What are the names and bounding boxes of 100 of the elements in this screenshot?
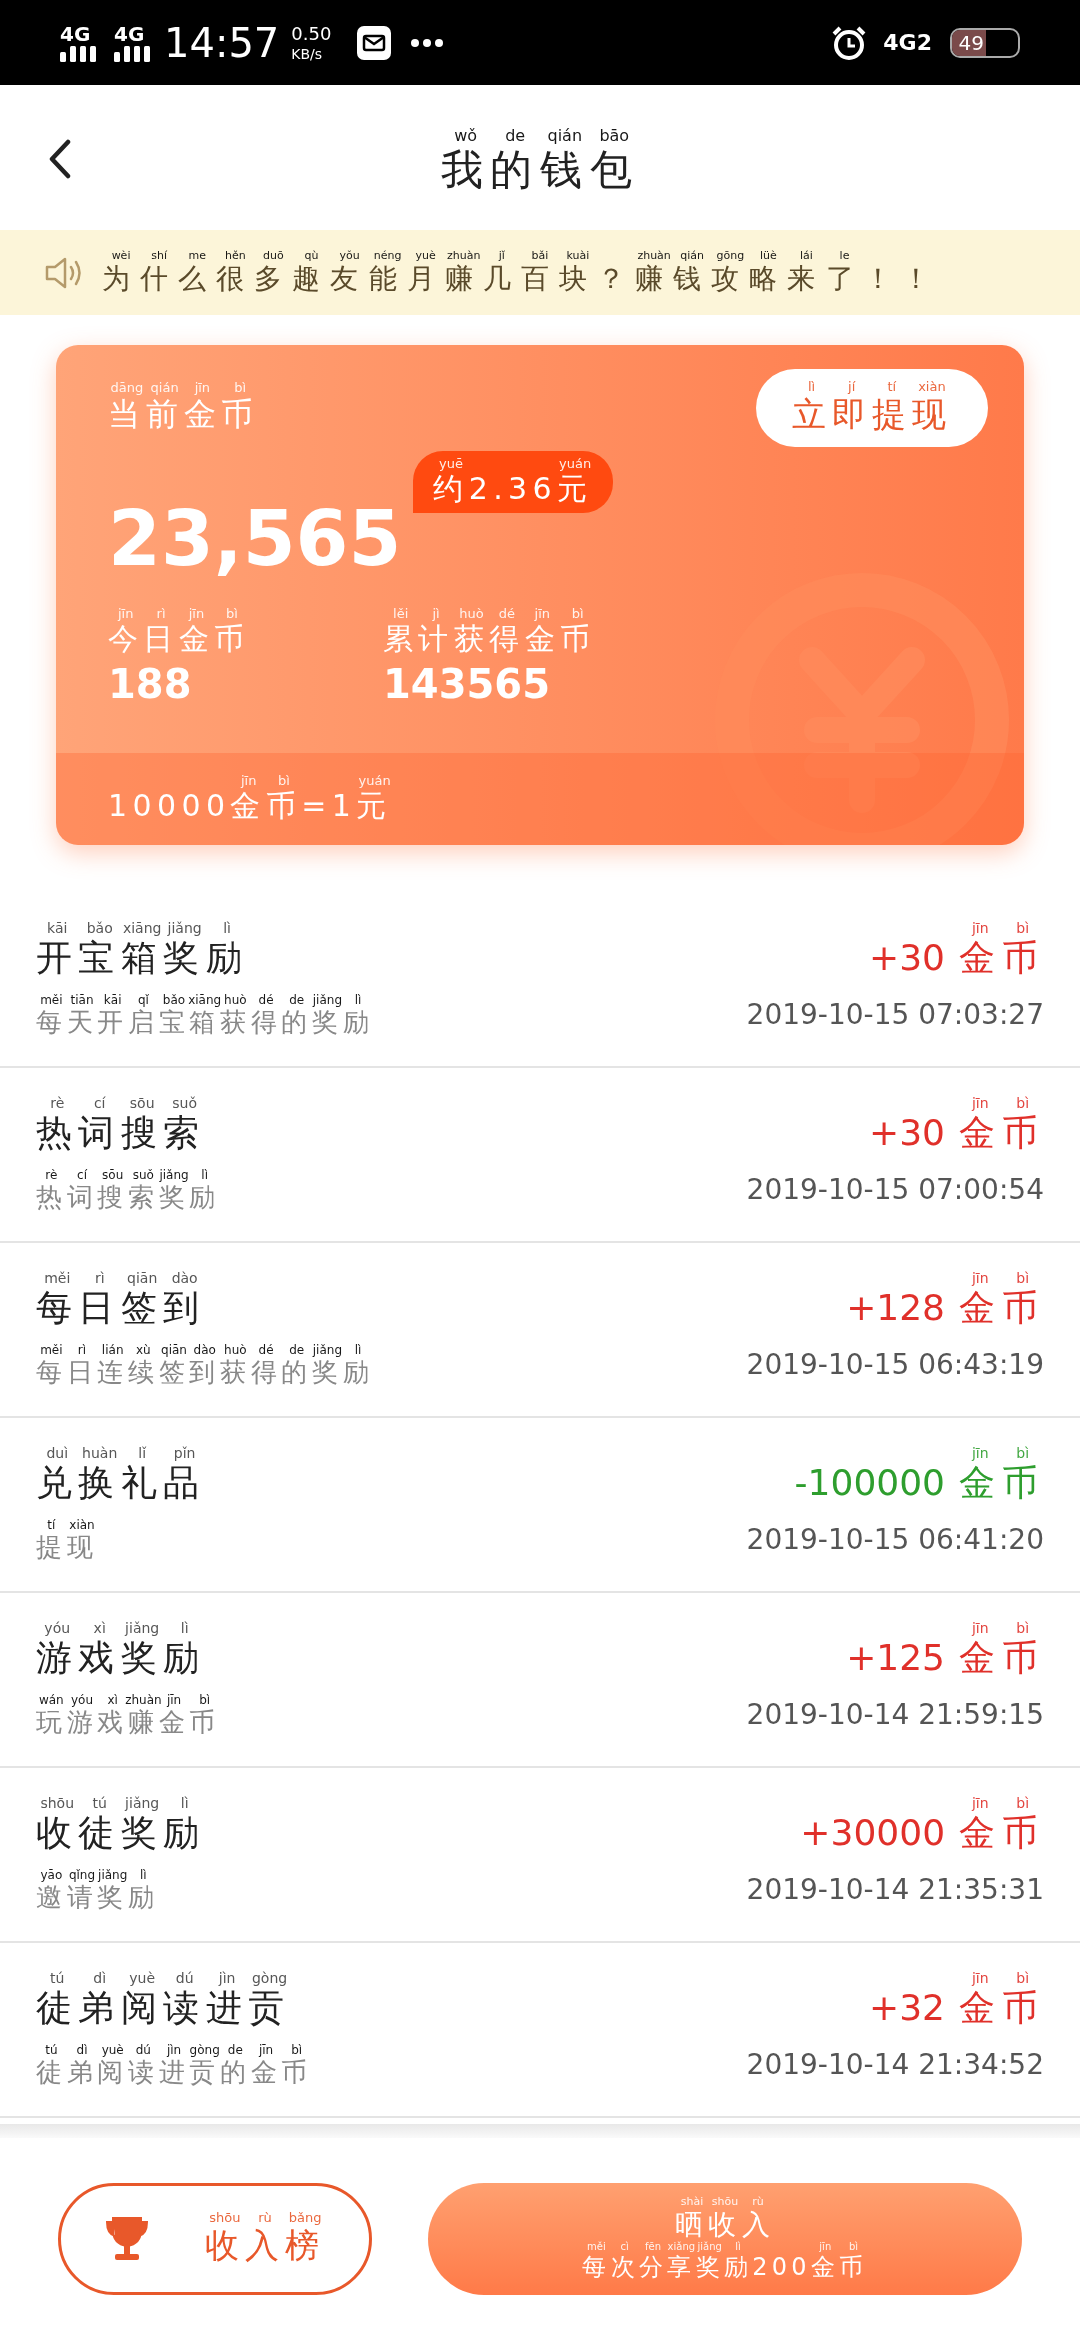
transaction-amount: +128 (846, 1289, 946, 1326)
stat-value: 188 (108, 663, 193, 704)
pinyin-annotation: rè cí sōu suǒ jiǎng lì (44, 1168, 210, 1181)
stat-label: 累计获得金币 (383, 621, 596, 658)
pinyin-annotation: lěi jì huò dé jīn bì (392, 607, 585, 620)
transaction-title: 收徒奖励 (36, 1811, 206, 1855)
pinyin-annotation: wán yóu xì zhuàn jīn bì (37, 1693, 212, 1706)
transaction-description: 每天开启宝箱获得的奖励 (36, 1006, 374, 1039)
pinyin-annotation: jīn bì (970, 1970, 1031, 1985)
transaction-description: 邀请奖励 (36, 1881, 159, 1914)
stat-label: 今日金币 (108, 621, 250, 658)
transaction-time: 2019-10-14 21:34:52 (746, 2047, 1044, 2084)
transaction-title: 兑换礼品 (36, 1461, 206, 1505)
pinyin-annotation: rè cí sōu suǒ (49, 1095, 198, 1110)
transaction-title: 徒弟阅读进贡 (36, 1986, 291, 2030)
cash-equivalent: 约2.36元 (433, 470, 593, 508)
stat-value: 143565 (383, 663, 551, 704)
speaker-icon (44, 255, 84, 290)
transaction-row[interactable]: rè cí sōu suǒ 热词搜索 +30 jīn bì 金币 rè cí sōu suǒ jiǎng lì 热词搜索奖励 2019-10-15 07:00:54 (0, 1068, 1080, 1243)
pinyin-annotation: jīn bì (970, 1620, 1031, 1635)
share-title[interactable]: 晒收入 (675, 2207, 775, 2242)
transaction-time: 2019-10-15 06:41:20 (746, 1522, 1044, 1559)
trophy-icon (104, 2216, 149, 2262)
pinyin-annotation: yuē yuán (438, 456, 593, 470)
notice-bar[interactable]: wèi shí me hěn duō qù yǒu néng yuè zhuàn jǐ bǎi kuài zhuàn qián gōng lüè lái le 为什么很多趣友能月赚几百块？赚钱攻略来了！！ (0, 230, 1080, 315)
share-subtitle[interactable]: 每次分享奖励200金币 (582, 2252, 868, 2282)
pinyin-annotation: jīn bì (970, 1795, 1031, 1810)
pinyin-annotation[interactable]: shài shōu rù (675, 2196, 775, 2207)
transaction-row[interactable]: tú dì yuè dú jìn gòng 徒弟阅读进贡 +32 jīn bì 金币 tú dì yuè dú jìn gòng de jīn bì 徒弟阅读进贡的金币 2019-10-14 21:34:52 (0, 1943, 1080, 2118)
pinyin-annotation[interactable]: měi cì fēn xiǎng jiǎng lì jīn bì (582, 2242, 868, 2252)
transaction-amount: +125 (846, 1639, 946, 1676)
pinyin-annotation: jīn bì (970, 1095, 1031, 1110)
transaction-description: 提现 (36, 1530, 98, 1564)
mail-icon (357, 25, 392, 60)
pinyin-annotation: jīn bì (970, 1270, 1031, 1285)
pinyin-annotation: duì huàn lǐ pǐn (45, 1445, 197, 1460)
transaction-title: 热词搜索 (36, 1110, 206, 1155)
exchange-rate: 10000金币=1元 (108, 787, 392, 825)
transaction-row[interactable]: kāi bǎo xiāng jiǎng lì 开宝箱奖励 +30 jīn bì 金币 měi tiān kāi qǐ bǎo xiāng huò dé de jiǎng lì 每天开启宝箱获得的奖励 2019-10-15 07:03:27 (0, 893, 1080, 1068)
battery-level: 49 (958, 29, 985, 56)
transaction-time: 2019-10-14 21:35:31 (746, 1872, 1044, 1909)
speed-value: 0.50 (291, 24, 332, 43)
alarm-icon (831, 24, 868, 61)
speed-unit: KB/s (291, 46, 324, 61)
pinyin-annotation: jīn bì (970, 1445, 1031, 1460)
transaction-time: 2019-10-15 07:03:27 (746, 997, 1044, 1034)
transaction-description: 热词搜索奖励 (36, 1181, 221, 1214)
transaction-title: 开宝箱奖励 (36, 936, 249, 980)
transaction-row[interactable]: yóu xì jiǎng lì 游戏奖励 +125 jīn bì 金币 wán yóu xì zhuàn jīn bì 玩游戏赚金币 2019-10-14 21:59:15 (0, 1593, 1080, 1768)
pinyin-annotation: yāo qǐng jiǎng lì (39, 1868, 148, 1881)
coin-unit: 金币 (959, 1461, 1044, 1505)
ranking-button[interactable]: shōu rù bǎng 收入榜 (58, 2183, 372, 2295)
pinyin-annotation[interactable]: shōu rù bǎng (204, 2211, 326, 2225)
network-label: 4G (60, 23, 91, 44)
transaction-description: 每日连续签到获得的奖励 (36, 1356, 374, 1389)
withdraw-button[interactable]: lì jí tí xiàn 立即提现 (755, 369, 988, 447)
balance-label: 当前金币 (108, 395, 260, 434)
transaction-time: 2019-10-15 07:00:54 (746, 1172, 1044, 1209)
coin-unit: 金币 (959, 1811, 1044, 1855)
pinyin-annotation: shōu tú jiǎng lì (39, 1795, 190, 1810)
pinyin-annotation[interactable]: lì jí tí xiàn (791, 380, 952, 394)
coin-unit: 金币 (959, 1111, 1044, 1155)
pinyin-annotation: jīn bì yuán (239, 773, 392, 787)
coin-unit: 金币 (959, 1286, 1044, 1330)
transaction-amount: -100000 (794, 1464, 946, 1501)
pinyin-annotation: měi rì qiān dào (43, 1270, 199, 1285)
coin-unit: 金币 (959, 1986, 1044, 2030)
transaction-row[interactable]: shōu tú jiǎng lì 收徒奖励 +30000 jīn bì 金币 yāo qǐng jiǎng lì 邀请奖励 2019-10-14 21:35:31 (0, 1768, 1080, 1943)
pinyin-annotation: měi tiān kāi qǐ bǎo xiāng huò dé de jiǎng lì (39, 993, 363, 1006)
more-icon (411, 38, 444, 47)
network-label: 4G (114, 23, 145, 44)
transaction-title: 游戏奖励 (36, 1636, 206, 1680)
pinyin-annotation: tú dì yuè dú jìn gòng (49, 1970, 289, 1985)
coin-unit: 金币 (959, 936, 1044, 980)
pinyin-annotation: wèi shí me hěn duō qù yǒu néng yuè zhuàn jǐ bǎi kuài zhuàn qián gōng lüè lái le (110, 249, 851, 261)
pinyin-annotation: tí xiàn (46, 1518, 96, 1531)
pinyin-annotation: wǒ de qián bāo (453, 128, 631, 145)
transaction-amount: +30 (869, 1114, 946, 1151)
pinyin-annotation: měi rì lián xù qiān dào huò dé de jiǎng lì (39, 1343, 363, 1356)
pinyin-annotation: jīn bì (970, 920, 1031, 935)
transaction-description: 玩游戏赚金币 (36, 1706, 221, 1739)
clock: 14:57 (164, 22, 280, 63)
pinyin-annotation: tú dì yuè dú jìn gòng de jīn bì (44, 2043, 304, 2056)
coin-unit: 金币 (959, 1636, 1044, 1680)
transaction-time: 2019-10-15 06:43:19 (746, 1347, 1044, 1384)
pinyin-annotation: kāi bǎo xiāng jiǎng lì (45, 920, 232, 935)
transaction-description: 徒弟阅读进贡的金币 (36, 2056, 313, 2089)
network-label: 4G2 (883, 29, 932, 57)
transaction-time: 2019-10-14 21:59:15 (746, 1697, 1044, 1734)
share-income-button[interactable]: shài shōu rù 晒收入 měi cì fēn xiǎng jiǎng lì jīn bì 每次分享奖励200金币 (428, 2183, 1022, 2295)
transaction-amount: +32 (869, 1989, 946, 2026)
transaction-amount: +30 (869, 939, 946, 976)
transaction-row[interactable]: měi rì qiān dào 每日签到 +128 jīn bì 金币 měi rì lián xù qiān dào huò dé de jiǎng lì 每日连续签到获得的奖励 2019-10-15 06:43:19 (0, 1243, 1080, 1418)
transaction-title: 每日签到 (36, 1286, 206, 1330)
balance-value: 23,565 (108, 501, 402, 577)
back-icon[interactable] (48, 139, 72, 179)
pinyin-annotation: dāng qián jīn bì (109, 381, 248, 394)
transaction-row[interactable]: duì huàn lǐ pǐn 兑换礼品 -100000 jīn bì 金币 tí xiàn 提现 2019-10-15 06:41:20 (0, 1418, 1080, 1593)
notice-text: 为什么很多趣友能月赚几百块？赚钱攻略来了！！ (102, 261, 940, 296)
pinyin-annotation: jīn rì jīn bì (116, 607, 239, 620)
